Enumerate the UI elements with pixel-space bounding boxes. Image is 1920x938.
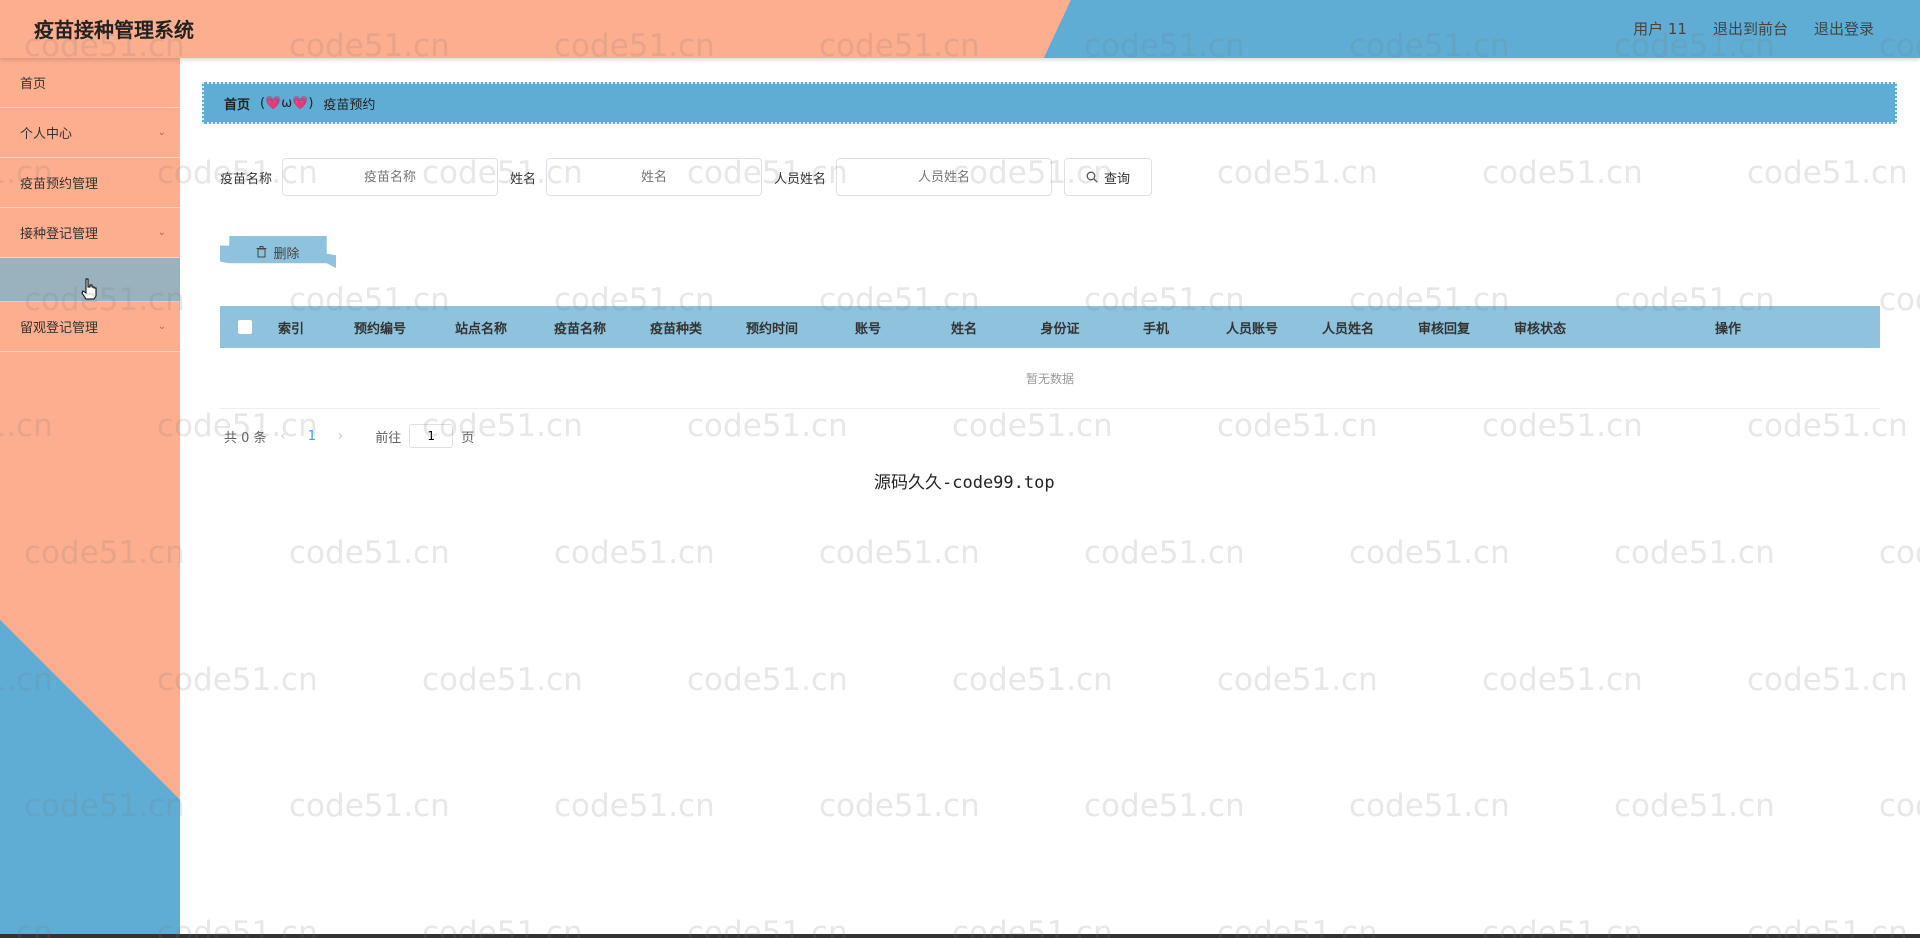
hand-cursor-icon <box>81 278 97 300</box>
chevron-down-icon: ⌄ <box>157 227 166 238</box>
column-header: 账号 <box>854 321 881 337</box>
goto-page-input[interactable] <box>409 424 454 448</box>
watermark-text: code51.cn <box>819 535 980 571</box>
page-number[interactable]: 1 <box>300 429 324 444</box>
column-header: 身份证 <box>1040 321 1080 337</box>
top-header: 疫苗接种管理系统 用户 11 退出到前台 退出登录 <box>0 0 1920 58</box>
sidebar-item-label: 个人中心 <box>20 127 73 142</box>
watermark-text: code51.cn <box>289 535 450 571</box>
sidebar-item-label: 首页 <box>20 77 47 92</box>
vaccine-name-label: 疫苗名称 <box>220 171 273 187</box>
column-header: 审核回复 <box>1417 321 1470 337</box>
sidebar-item-label: 接种登记管理 <box>20 227 99 242</box>
watermark-text: code51.cn <box>1747 408 1908 444</box>
watermark-text: code51.cn <box>1747 662 1908 698</box>
breadcrumb-separator: (💗ω💗) <box>260 95 314 111</box>
sidebar-item-label: 疫苗预约管理 <box>20 177 99 192</box>
select-all-checkbox[interactable] <box>238 320 252 334</box>
column-header: 手机 <box>1142 321 1169 337</box>
watermark-text: code51.cn <box>1217 408 1378 444</box>
sidebar-item-vaccine-appointment[interactable]: 疫苗预约管理 <box>0 158 180 208</box>
watermark-text: code51.cn <box>554 535 715 571</box>
watermark-text: code51.cn <box>687 408 848 444</box>
logout-link[interactable]: 退出登录 <box>1814 18 1874 39</box>
watermark-text: code51.cn <box>1879 282 1920 318</box>
sidebar-item-vaccination-registration[interactable]: 接种登记管理 ⌄ <box>0 208 180 258</box>
sidebar-item-home[interactable]: 首页 <box>0 58 180 108</box>
page-suffix: 页 <box>461 430 475 446</box>
column-header: 人员姓名 <box>1321 321 1374 337</box>
column-header: 疫苗名称 <box>553 321 606 337</box>
header-links: 用户 11 退出到前台 退出登录 <box>1633 18 1874 39</box>
column-header: 审核状态 <box>1513 321 1566 337</box>
delete-button-label: 删除 <box>273 246 300 262</box>
trash-icon <box>256 246 267 258</box>
watermark-text: code51.cn <box>1747 155 1908 191</box>
column-header: 站点名称 <box>454 321 507 337</box>
person-name-input[interactable] <box>836 158 1053 196</box>
watermark-text: code51.cn <box>157 662 318 698</box>
watermark-text: code51.cn <box>1084 788 1245 824</box>
watermark-text: code51.cn <box>952 408 1113 444</box>
sidebar-item-personal-center[interactable]: 个人中心 ⌄ <box>0 108 180 158</box>
query-button[interactable]: 查询 <box>1064 158 1153 196</box>
watermark-text: code51.cn <box>819 788 980 824</box>
watermark-text: code51.cn <box>1217 155 1378 191</box>
watermark-text: code51.cn <box>1482 408 1643 444</box>
chevron-down-icon: ⌄ <box>157 127 166 138</box>
sidebar-item-observation-registration[interactable]: 留观登记管理 ⌄ <box>0 302 180 352</box>
watermark-text: code51.cn <box>422 662 583 698</box>
watermark-text: code51.cn <box>1482 662 1643 698</box>
person-name-label: 人员姓名 <box>774 171 827 187</box>
footer-text: 源码久久-code99.top <box>874 473 1055 493</box>
breadcrumb-home[interactable]: 首页 <box>224 94 250 113</box>
watermark-text: code51.cn <box>1349 535 1510 571</box>
watermark-text: code51.cn <box>1879 535 1920 571</box>
watermark-text: code51.cn <box>1879 788 1920 824</box>
column-header: 索引 <box>277 321 304 337</box>
column-header: 预约编号 <box>353 321 406 337</box>
column-header: 疫苗种类 <box>649 321 702 337</box>
total-count: 共 0 条 <box>224 430 267 446</box>
pagination: 共 0 条 ‹ 1 › 前往 页 <box>224 424 474 448</box>
watermark-text: code51.cn <box>289 788 450 824</box>
column-header: 姓名 <box>950 321 977 337</box>
watermark-text: code51.cn <box>687 662 848 698</box>
next-page-icon[interactable]: › <box>332 429 349 444</box>
column-header: 人员账号 <box>1225 321 1278 337</box>
watermark-text: code51.cn <box>1614 535 1775 571</box>
query-button-label: 查询 <box>1104 171 1131 187</box>
sidebar: 首页 个人中心 ⌄ 疫苗预约管理 接种登记管理 ⌄ 留观登记管理 ⌄ <box>0 58 180 938</box>
table-empty-row: 暂无数据 <box>220 348 1880 409</box>
delete-button[interactable]: 删除 <box>220 236 336 268</box>
watermark-text: code51.cn <box>554 788 715 824</box>
watermark-text: code51.cn <box>1482 155 1643 191</box>
exit-to-front-link[interactable]: 退出到前台 <box>1713 18 1788 39</box>
search-bar: 疫苗名称 姓名 人员姓名 查询 <box>220 158 1153 196</box>
watermark-text: code51.cn <box>1217 662 1378 698</box>
app-title: 疫苗接种管理系统 <box>34 18 194 42</box>
table-header: 索引 预约编号 站点名称 疫苗名称 疫苗种类 预约时间 账号 姓名 身份证 手机… <box>220 306 1880 348</box>
watermark-text: code51.cn <box>1349 788 1510 824</box>
vaccine-name-input[interactable] <box>282 158 499 196</box>
name-label: 姓名 <box>510 171 537 187</box>
watermark-text: code51.cn <box>1084 535 1245 571</box>
user-label[interactable]: 用户 11 <box>1633 18 1687 39</box>
goto-label: 前往 <box>375 430 402 446</box>
column-header: 预约时间 <box>745 321 798 337</box>
name-input[interactable] <box>546 158 763 196</box>
chevron-down-icon: ⌄ <box>157 321 166 332</box>
column-header: 操作 <box>1714 321 1741 337</box>
sidebar-item-label: 留观登记管理 <box>20 321 99 336</box>
watermark-text: code51.cn <box>1614 788 1775 824</box>
breadcrumb-current: 疫苗预约 <box>323 97 376 113</box>
prev-page-icon[interactable]: ‹ <box>275 429 292 444</box>
breadcrumb: 首页 (💗ω💗) 疫苗预约 <box>202 82 1897 124</box>
empty-text: 暂无数据 <box>1025 371 1074 386</box>
bottom-bar <box>0 934 1920 938</box>
watermark-text: code51.cn <box>952 662 1113 698</box>
search-icon <box>1086 171 1098 183</box>
